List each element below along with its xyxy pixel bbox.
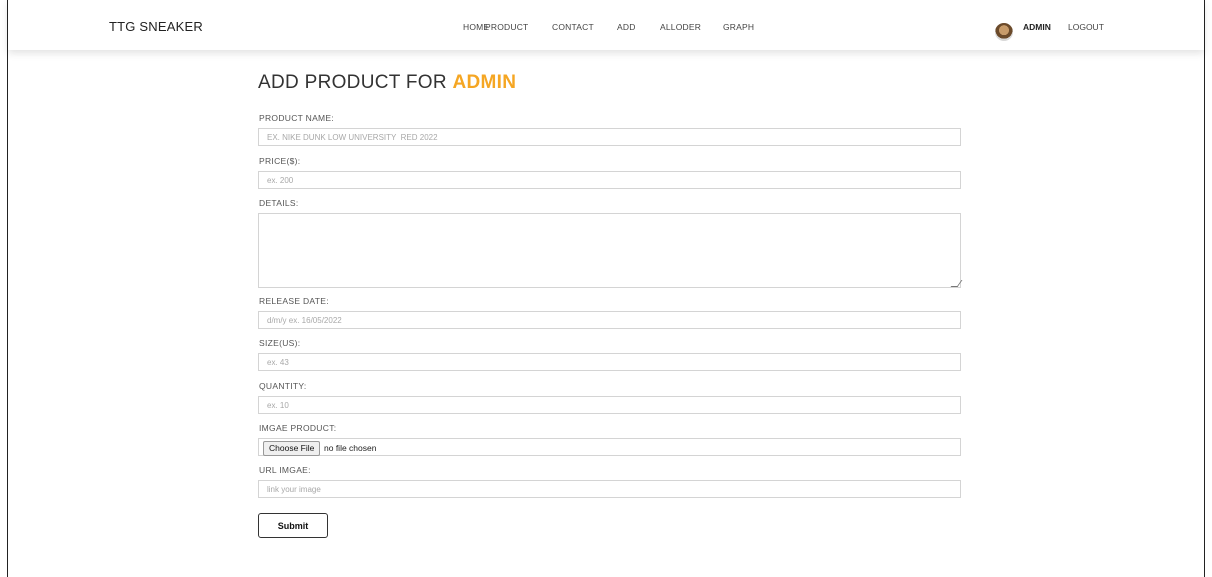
price-label: PRICE($):	[259, 156, 301, 166]
url-image-input[interactable]	[258, 480, 961, 498]
brand-logo[interactable]: TTG SNEAKER	[109, 19, 203, 34]
release-date-input[interactable]	[258, 311, 961, 329]
nav-contact[interactable]: CONTACT	[552, 22, 594, 32]
quantity-input[interactable]	[258, 396, 961, 414]
url-image-label: URL IMGAE:	[259, 465, 311, 475]
nav-alloder[interactable]: ALLODER	[660, 22, 701, 32]
price-input[interactable]	[258, 171, 961, 189]
release-date-label: RELEASE DATE:	[259, 296, 329, 306]
file-status-text: no file chosen	[324, 443, 377, 453]
page-title: ADD PRODUCT FOR ADMIN	[258, 72, 516, 94]
nav-add[interactable]: ADD	[617, 22, 636, 32]
size-input[interactable]	[258, 353, 961, 371]
logout-link[interactable]: LOGOUT	[1068, 22, 1104, 32]
page-title-prefix: ADD PRODUCT FOR	[258, 72, 453, 93]
size-label: SIZE(US):	[259, 338, 301, 348]
nav-graph[interactable]: GRAPH	[723, 22, 754, 32]
nav-product[interactable]: PRODUCT	[485, 22, 528, 32]
avatar[interactable]	[995, 23, 1013, 41]
image-product-label: IMGAE PRODUCT:	[259, 423, 337, 433]
submit-button[interactable]: Submit	[258, 513, 328, 538]
choose-file-button[interactable]: Choose File	[263, 441, 321, 456]
details-textarea[interactable]	[258, 213, 961, 288]
details-label: DETAILS:	[259, 198, 299, 208]
user-name: ADMIN	[1023, 22, 1051, 32]
product-name-label: PRODUCT NAME:	[259, 113, 335, 123]
page-title-highlight: ADMIN	[452, 72, 517, 93]
quantity-label: QUANTITY:	[259, 381, 307, 391]
product-name-input[interactable]	[258, 128, 961, 146]
